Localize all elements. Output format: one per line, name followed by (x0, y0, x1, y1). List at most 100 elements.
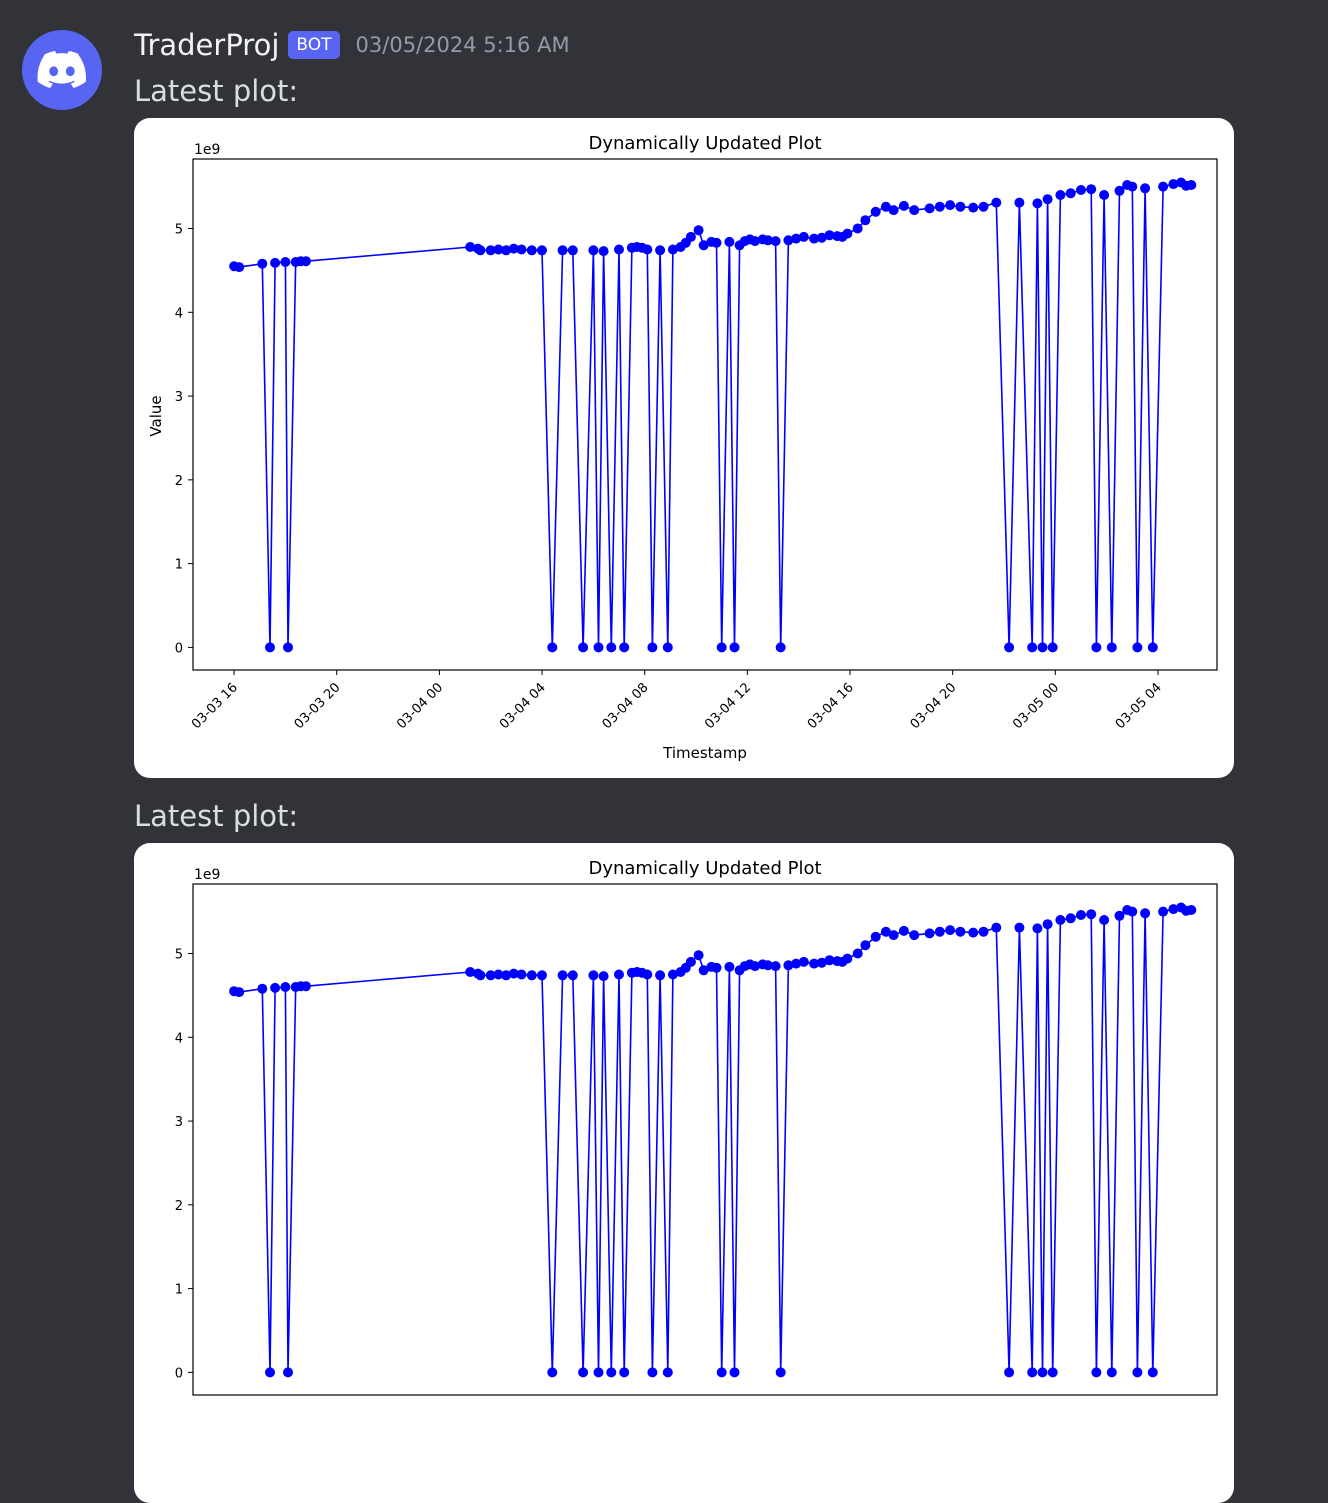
chart2-data-point (475, 970, 486, 981)
data-point (1099, 190, 1110, 200)
data-point (955, 201, 966, 212)
chart2-data-point (578, 1367, 589, 1378)
data-point (1086, 184, 1097, 195)
data-point (606, 642, 617, 653)
data-point (1042, 194, 1053, 205)
chart2-data-point (842, 953, 853, 964)
chart2-data-point (888, 930, 899, 941)
plot-image-2[interactable]: Dynamically Updated Plot 1e9 0 1 2 3 4 5 (134, 843, 1234, 1503)
data-point (924, 203, 935, 214)
chart2-data-point (1037, 1367, 1048, 1378)
chart2-data-point (693, 950, 704, 961)
data-point (898, 200, 909, 211)
y-tick-label: 1 (175, 558, 183, 573)
chart2-data-point (526, 970, 537, 981)
discord-logo-icon (37, 51, 87, 88)
y-tick-label: 3 (175, 390, 183, 405)
x-tick-label: 03-04 12 (702, 680, 754, 732)
chart2-data-point (1076, 910, 1086, 920)
x-tick-label: 03-03 20 (292, 680, 344, 732)
data-point (775, 642, 786, 653)
chart2-data-point (945, 925, 956, 936)
chart2-data-point (1127, 906, 1138, 917)
data-point (1037, 642, 1048, 653)
data-point (283, 642, 293, 653)
chart2-data-point (909, 930, 920, 941)
chart2-data-point (978, 926, 989, 937)
data-point (526, 245, 537, 256)
data-point (1158, 181, 1169, 192)
bot-avatar[interactable] (22, 30, 102, 110)
chart2-data-point (606, 1367, 617, 1378)
x-tick-label: 03-04 04 (497, 680, 549, 732)
chart2-data-point (1091, 1367, 1102, 1378)
data-point (537, 245, 547, 256)
x-tick-label: 03-04 08 (600, 680, 652, 732)
bot-badge: BOT (288, 31, 340, 59)
data-point (991, 197, 1002, 208)
chart2-data-point (619, 1367, 630, 1378)
chart2-data-point (598, 971, 609, 982)
data-point (588, 245, 599, 256)
chart2-data-point (798, 956, 809, 967)
chart2-data-point (1186, 905, 1197, 915)
data-point (1047, 642, 1058, 653)
chart2-data-point (588, 970, 599, 981)
data-point (300, 256, 311, 267)
data-point (1132, 642, 1143, 653)
data-point (729, 642, 740, 653)
data-point (842, 228, 853, 239)
chart2-data-point (1014, 922, 1025, 933)
chart2-data-point (1042, 919, 1053, 930)
plot-image[interactable]: Dynamically Updated Plot 1e9 Timestamp V… (134, 118, 1234, 778)
data-point (593, 642, 604, 653)
data-point (1147, 642, 1158, 653)
data-point (860, 215, 871, 226)
message-header: TraderProj BOT 03/05/2024 5:16 AM (134, 28, 570, 62)
chart2-y-tick-label: 0 (175, 1366, 183, 1381)
chart2-data-point (860, 940, 871, 951)
y-tick-label: 2 (175, 474, 183, 489)
chart-title: Dynamically Updated Plot (588, 133, 821, 154)
message-text-2: Latest plot: (134, 799, 299, 833)
chart2-data-point (283, 1367, 293, 1378)
x-axis-label: Timestamp (662, 744, 747, 762)
chart2-data-point (775, 1367, 786, 1378)
chart2-data-point (280, 982, 291, 992)
data-point (1004, 642, 1015, 653)
chart2-data-point (567, 970, 578, 981)
message-timestamp[interactable]: 03/05/2024 5:16 AM (356, 33, 570, 57)
data-point (1055, 190, 1066, 200)
data-point (1014, 197, 1025, 208)
chart2-data-point (898, 925, 909, 936)
data-point (870, 206, 881, 217)
chart2-y-tick-label: 5 (175, 948, 183, 963)
chart2-data-point (593, 1367, 604, 1378)
x-tick-label: 03-04 16 (805, 680, 857, 732)
chart2-data-point (870, 931, 881, 942)
data-point (475, 245, 486, 256)
chart2-data-point (1158, 906, 1169, 917)
chart2-data-point (547, 1367, 558, 1378)
author-name[interactable]: TraderProj (134, 28, 279, 62)
data-point (716, 642, 727, 653)
chart2-data-point (968, 927, 979, 938)
data-point (685, 231, 696, 242)
data-point (1127, 181, 1138, 192)
data-point (619, 642, 630, 653)
data-point (265, 642, 275, 653)
chart2-data-point (724, 961, 735, 972)
data-point (234, 262, 245, 273)
x-tick-label: 03-05 04 (1113, 680, 1165, 732)
data-point (280, 257, 291, 267)
data-point (662, 642, 673, 653)
data-point (1091, 642, 1102, 653)
y-tick-label: 5 (175, 223, 183, 238)
x-tick-label: 03-05 00 (1010, 680, 1062, 732)
chart2-data-point (934, 926, 945, 937)
line-chart: Dynamically Updated Plot 1e9 Timestamp V… (147, 133, 1218, 762)
chart2-data-point (516, 969, 527, 980)
chart2-data-point (1086, 909, 1097, 920)
chart2-data-point (1140, 908, 1151, 919)
chart2-data-point (614, 969, 624, 980)
